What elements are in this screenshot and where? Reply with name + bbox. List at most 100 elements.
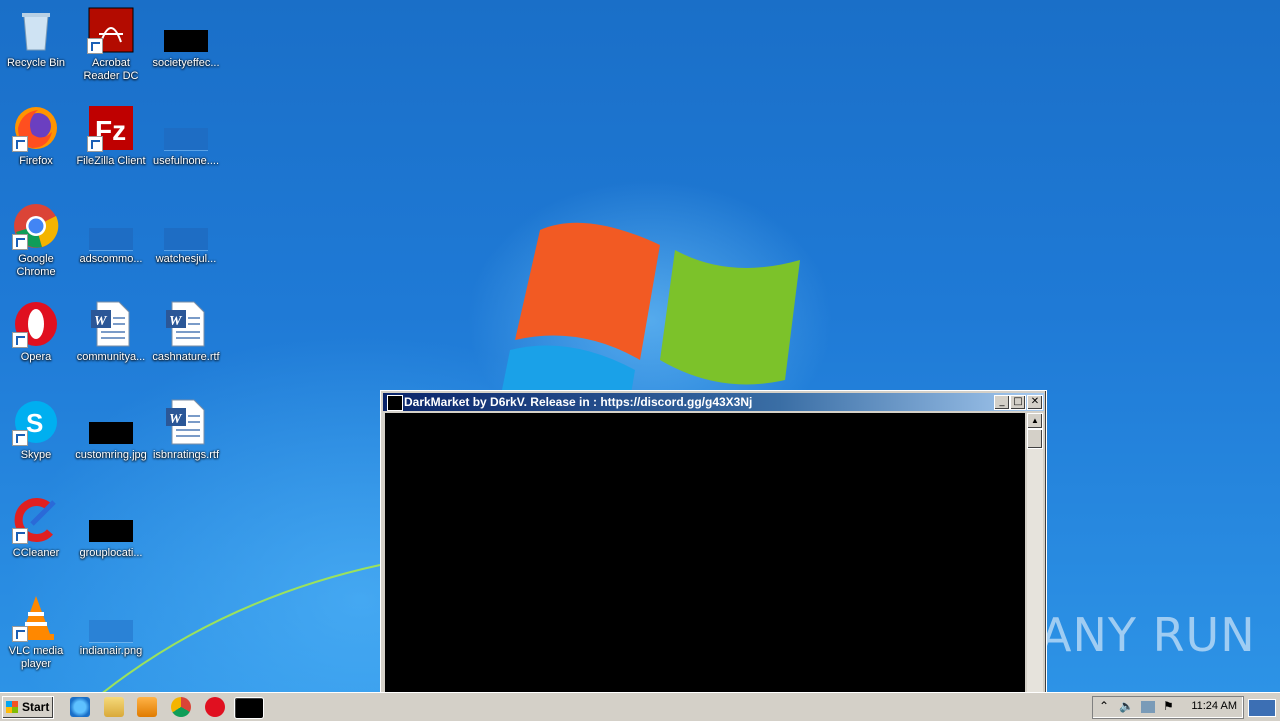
media-player-icon[interactable] [137,697,157,717]
desktop-icon-label: Acrobat Reader DC [83,57,139,82]
window-title: DarkMarket by D6rkV. Release in : https:… [404,395,753,409]
shortcut-arrow-icon [87,136,103,152]
desktop-icon-recycle-bin[interactable]: Recycle Bin [0,2,73,94]
desktop-icon-grouplocati[interactable]: grouplocati... [74,492,148,584]
desktop-icon-firefox[interactable]: Firefox [0,100,73,192]
acrobat-icon [87,6,135,54]
desktop-icon-label: usefulnone.... [152,155,220,167]
skype-icon: S [12,398,60,446]
desktop-icon-label: Google Chrome [16,253,56,278]
desktop-icon-label: watchesjul... [155,253,217,265]
volume-icon[interactable]: 🔈 [1119,699,1134,713]
desktop-icon-ccleaner[interactable]: CCleaner [0,492,73,584]
desktop-icon-acrobat-reader[interactable]: Acrobat Reader DC [74,2,148,94]
word-document-icon: W [87,300,135,348]
image-thumbnail-icon [87,398,135,446]
internet-explorer-icon[interactable] [70,697,90,717]
recycle-bin-icon [12,6,60,54]
word-document-icon: W [162,398,210,446]
shortcut-arrow-icon [12,430,28,446]
opera-icon[interactable] [205,697,225,717]
show-desktop-button[interactable] [1248,699,1276,717]
desktop-icon-skype[interactable]: S Skype [0,394,73,486]
desktop-icon-label: CCleaner [12,547,60,559]
ccleaner-icon [12,496,60,544]
desktop-icon-watchesjul[interactable]: watchesjul... [149,198,223,290]
desktop-icon-label: Recycle Bin [6,57,66,69]
desktop-icon-label: cashnature.rtf [152,351,220,363]
word-document-icon: W [162,300,210,348]
chrome-icon[interactable] [171,697,191,717]
desktop-icon-google-chrome[interactable]: Google Chrome [0,198,73,290]
desktop-icon-adscommo[interactable]: adscommo... [74,198,148,290]
desktop-icon-usefulnone[interactable]: usefulnone.... [149,100,223,192]
desktop-icon-label: isbnratings.rtf [152,449,220,461]
image-thumbnail-icon [87,496,135,544]
desktop-icon-label: customring.jpg [75,449,147,461]
windows-logo-wallpaper [500,222,800,400]
svg-text:S: S [26,408,43,438]
opera-icon [12,300,60,348]
start-label: Start [22,700,50,714]
taskbar: Start ⌃ 🔈 ⚑ 11:24 AM [0,692,1280,721]
desktop-icon-label: Skype [20,449,52,461]
desktop-icon-cashnature[interactable]: W cashnature.rtf [149,296,223,388]
svg-text:W: W [169,412,183,427]
image-thumbnail-icon [162,202,210,251]
desktop-icon-label: indianair.png [79,645,143,657]
network-icon[interactable] [1141,701,1155,713]
console-app-icon [387,395,403,411]
desktop-icon-vlc[interactable]: VLC media player [0,590,73,682]
scroll-up-button[interactable]: ▲ [1027,413,1043,429]
clock[interactable]: 11:24 AM [1191,700,1237,712]
image-thumbnail-icon [162,6,210,54]
window-titlebar[interactable]: DarkMarket by D6rkV. Release in : https:… [383,393,1044,411]
desktop-icon-label: adscommo... [79,253,143,265]
windows-logo-icon [6,701,18,713]
svg-text:W: W [169,314,183,329]
image-thumbnail-icon [87,202,135,251]
desktop-icon-label: grouplocati... [79,547,143,559]
desktop-icon-label: Opera [20,351,52,363]
console-app-taskbar-button[interactable] [234,697,264,719]
console-output-area[interactable] [385,413,1025,692]
svg-text:W: W [94,314,108,329]
chevron-up-icon[interactable]: ⌃ [1099,699,1109,713]
start-button[interactable]: Start [2,696,54,719]
desktop-icon-label: Firefox [19,155,53,167]
chrome-icon [12,202,60,250]
desktop-icon-indianair[interactable]: indianair.png [74,590,148,682]
desktop-icon-label: VLC media player [8,645,64,670]
vertical-scrollbar[interactable]: ▲ [1027,413,1043,692]
shortcut-arrow-icon [12,234,28,250]
desktop-icon-filezilla[interactable]: Fz FileZilla Client [74,100,148,192]
explorer-icon[interactable] [104,697,124,717]
desktop-icon-customring[interactable]: customring.jpg [74,394,148,486]
shortcut-arrow-icon [12,626,28,642]
minimize-button[interactable]: _ [994,395,1010,410]
shortcut-arrow-icon [12,528,28,544]
anyrun-watermark: ANY RUN [1040,608,1256,662]
image-thumbnail-icon [87,594,135,643]
desktop-icon-label: FileZilla Client [76,155,146,167]
action-center-flag-icon[interactable]: ⚑ [1163,699,1174,713]
desktop-icon-label: societyeffec... [152,57,220,69]
desktop-icon-societyeffec[interactable]: societyeffec... [149,2,223,94]
shortcut-arrow-icon [12,136,28,152]
desktop-icon-label: communitya... [76,351,146,363]
scroll-thumb[interactable] [1027,429,1043,449]
vlc-icon [12,594,60,642]
firefox-icon [12,104,60,152]
console-window[interactable]: DarkMarket by D6rkV. Release in : https:… [380,390,1047,692]
notification-tray: ⌃ 🔈 ⚑ 11:24 AM [1092,696,1244,719]
desktop-icon-isbnratings[interactable]: W isbnratings.rtf [149,394,223,486]
image-thumbnail-icon [162,104,210,152]
desktop-icon-communitya[interactable]: W communitya... [74,296,148,388]
close-button[interactable]: ✕ [1027,395,1043,410]
maximize-button[interactable]: □ [1010,395,1026,410]
desktop: Recycle Bin Acrobat Reader DC societyeff… [0,0,1280,692]
shortcut-arrow-icon [87,38,103,54]
filezilla-icon: Fz [87,104,135,152]
desktop-icon-opera[interactable]: Opera [0,296,73,388]
shortcut-arrow-icon [12,332,28,348]
